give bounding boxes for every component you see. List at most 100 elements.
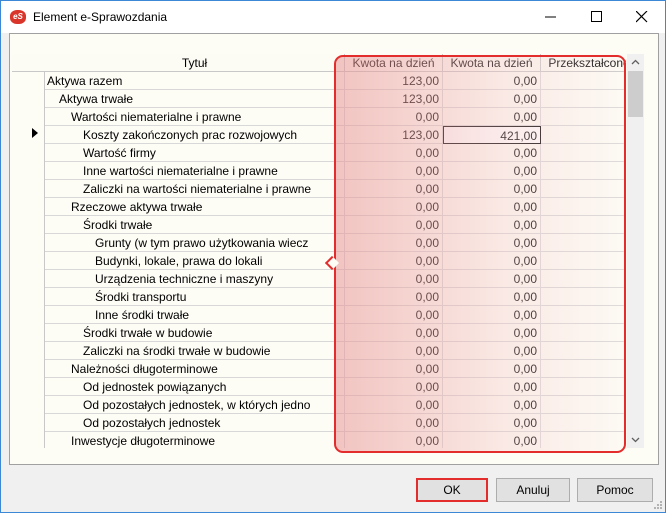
transformed-cell[interactable]	[541, 90, 626, 108]
transformed-cell[interactable]	[541, 414, 626, 432]
amount-cell-2[interactable]: 0,00	[443, 324, 541, 342]
amount-cell-1[interactable]: 0,00	[345, 252, 443, 270]
amount-cell-1[interactable]: 0,00	[345, 180, 443, 198]
amount-cell-1[interactable]: 123,00	[345, 90, 443, 108]
transformed-cell[interactable]	[541, 432, 626, 448]
table-row[interactable]: Koszty zakończonych prac rozwojowych 123,…	[45, 126, 626, 144]
table-row[interactable]: Od jednostek powiązanych 0,00 0,00	[45, 378, 626, 396]
table-row[interactable]: Zaliczki na wartości niematerialne i pra…	[45, 180, 626, 198]
amount-cell-2[interactable]: 0,00	[443, 198, 541, 216]
transformed-cell[interactable]	[541, 360, 626, 378]
table-row[interactable]: Grunty (w tym prawo użytkowania wiecz 0,0…	[45, 234, 626, 252]
amount-cell-2[interactable]: 0,00	[443, 306, 541, 324]
amount-cell-2[interactable]: 0,00	[443, 144, 541, 162]
transformed-cell[interactable]	[541, 306, 626, 324]
transformed-cell[interactable]	[541, 180, 626, 198]
data-grid[interactable]: Tytuł Kwota na dzień Kwota na dzień Prze…	[12, 54, 626, 448]
vertical-scrollbar[interactable]	[627, 54, 644, 448]
amount-cell-2[interactable]: 0,00	[443, 270, 541, 288]
table-row[interactable]: Aktywa razem 123,00 0,00	[45, 72, 626, 90]
table-row[interactable]: Wartości niematerialne i prawne 0,00 0,00	[45, 108, 626, 126]
table-row[interactable]: Zaliczki na środki trwałe w budowie 0,00 0…	[45, 342, 626, 360]
transformed-cell[interactable]	[541, 126, 626, 144]
scroll-down-button[interactable]	[627, 431, 644, 448]
resize-grip-icon[interactable]	[653, 500, 663, 510]
amount-cell-2[interactable]: 0,00	[443, 360, 541, 378]
column-header-transformed[interactable]: Przekształcone	[541, 54, 626, 72]
column-header-title[interactable]: Tytuł	[45, 54, 345, 72]
amount-cell-1[interactable]: 0,00	[345, 162, 443, 180]
transformed-cell[interactable]	[541, 378, 626, 396]
help-button[interactable]: Pomoc	[577, 478, 653, 502]
transformed-cell[interactable]	[541, 288, 626, 306]
transformed-cell[interactable]	[541, 324, 626, 342]
amount-cell-1[interactable]: 0,00	[345, 378, 443, 396]
amount-cell-1[interactable]: 0,00	[345, 108, 443, 126]
transformed-cell[interactable]	[541, 72, 626, 90]
amount-cell-2[interactable]: 0,00	[443, 396, 541, 414]
transformed-cell[interactable]	[541, 270, 626, 288]
transformed-cell[interactable]	[541, 198, 626, 216]
transformed-cell[interactable]	[541, 234, 626, 252]
amount-cell-1[interactable]: 0,00	[345, 342, 443, 360]
amount-cell-1[interactable]: 0,00	[345, 396, 443, 414]
transformed-cell[interactable]	[541, 342, 626, 360]
table-row[interactable]: Środki transportu 0,00 0,00	[45, 288, 626, 306]
maximize-button[interactable]	[574, 1, 620, 33]
table-row[interactable]: Środki trwałe w budowie 0,00 0,00	[45, 324, 626, 342]
amount-cell-2[interactable]: 0,00	[443, 288, 541, 306]
amount-cell-2[interactable]: 0,00	[443, 414, 541, 432]
table-row[interactable]: Od pozostałych jednostek 0,00 0,00	[45, 414, 626, 432]
table-row[interactable]: Należności długoterminowe 0,00 0,00	[45, 360, 626, 378]
table-row[interactable]: Rzeczowe aktywa trwałe 0,00 0,00	[45, 198, 626, 216]
transformed-cell[interactable]	[541, 162, 626, 180]
amount-cell-2-editing[interactable]: 421,00	[443, 126, 541, 144]
column-header-amount-1[interactable]: Kwota na dzień	[345, 54, 443, 72]
table-row[interactable]: Wartość firmy 0,00 0,00	[45, 144, 626, 162]
amount-cell-1[interactable]: 123,00	[345, 126, 443, 144]
column-header-amount-2[interactable]: Kwota na dzień	[443, 54, 541, 72]
scroll-up-button[interactable]	[627, 54, 644, 71]
amount-cell-1[interactable]: 0,00	[345, 198, 443, 216]
transformed-cell[interactable]	[541, 396, 626, 414]
table-row[interactable]: Aktywa trwałe 123,00 0,00	[45, 90, 626, 108]
amount-cell-1[interactable]: 0,00	[345, 360, 443, 378]
transformed-cell[interactable]	[541, 108, 626, 126]
close-button[interactable]	[619, 1, 665, 33]
amount-cell-1[interactable]: 0,00	[345, 288, 443, 306]
table-row[interactable]: Inne wartości niematerialne i prawne 0,00…	[45, 162, 626, 180]
transformed-cell[interactable]	[541, 252, 626, 270]
amount-cell-1[interactable]: 0,00	[345, 324, 443, 342]
amount-cell-2[interactable]: 0,00	[443, 378, 541, 396]
table-row[interactable]: Inwestycje długoterminowe 0,00 0,00	[45, 432, 626, 448]
cancel-button[interactable]: Anuluj	[496, 478, 570, 502]
ok-button[interactable]: OK	[416, 478, 488, 502]
amount-cell-2[interactable]: 0,00	[443, 72, 541, 90]
amount-cell-1[interactable]: 0,00	[345, 216, 443, 234]
amount-cell-2[interactable]: 0,00	[443, 342, 541, 360]
amount-cell-1[interactable]: 0,00	[345, 414, 443, 432]
transformed-cell[interactable]	[541, 144, 626, 162]
table-row[interactable]: Urządzenia techniczne i maszyny 0,00 0,00	[45, 270, 626, 288]
table-row[interactable]: Środki trwałe 0,00 0,00	[45, 216, 626, 234]
amount-cell-1[interactable]: 0,00	[345, 432, 443, 448]
amount-cell-1[interactable]: 0,00	[345, 270, 443, 288]
amount-cell-1[interactable]: 0,00	[345, 234, 443, 252]
amount-cell-2[interactable]: 0,00	[443, 432, 541, 448]
transformed-cell[interactable]	[541, 216, 626, 234]
amount-cell-2[interactable]: 0,00	[443, 108, 541, 126]
table-row[interactable]: Od pozostałych jednostek, w których jedn…	[45, 396, 626, 414]
amount-cell-2[interactable]: 0,00	[443, 162, 541, 180]
amount-cell-2[interactable]: 0,00	[443, 234, 541, 252]
amount-cell-2[interactable]: 0,00	[443, 252, 541, 270]
table-row[interactable]: Inne środki trwałe 0,00 0,00	[45, 306, 626, 324]
scroll-thumb[interactable]	[628, 71, 643, 117]
amount-cell-1[interactable]: 0,00	[345, 306, 443, 324]
minimize-button[interactable]	[528, 1, 574, 33]
amount-cell-1[interactable]: 0,00	[345, 144, 443, 162]
amount-cell-1[interactable]: 123,00	[345, 72, 443, 90]
amount-cell-2[interactable]: 0,00	[443, 216, 541, 234]
title-bar[interactable]: eS Element e-Sprawozdania	[1, 1, 665, 33]
amount-cell-2[interactable]: 0,00	[443, 90, 541, 108]
amount-cell-2[interactable]: 0,00	[443, 180, 541, 198]
